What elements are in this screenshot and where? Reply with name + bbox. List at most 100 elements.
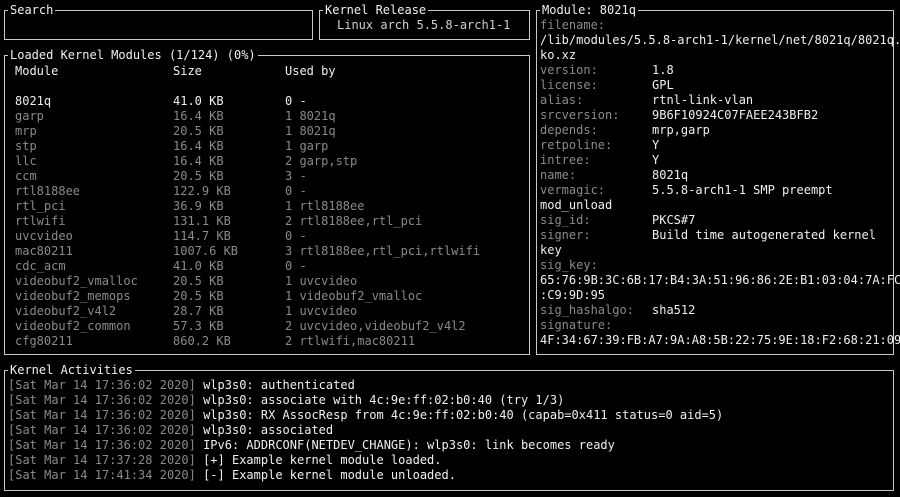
detail-line: version: 1.8	[540, 63, 892, 78]
module-detail-panel[interactable]: Module: 8021q filename:/lib/modules/5.5.…	[536, 3, 900, 355]
detail-line: license: GPL	[540, 78, 892, 93]
module-name-cell: rtl8188ee	[15, 184, 81, 198]
detail-value: rtnl-link-vlan	[652, 93, 754, 107]
column-header-used-by: Used by	[285, 64, 336, 78]
detail-text: key	[540, 243, 562, 257]
module-size-cell: 131.1 KB	[173, 214, 231, 228]
detail-line: intree: Y	[540, 153, 892, 168]
table-row[interactable]: garp 16.4 KB 1 8021q	[15, 109, 525, 124]
detail-line: sig_hashalgo: sha512	[540, 303, 892, 318]
module-size-cell: 20.5 KB	[173, 124, 224, 138]
module-size-cell: 57.3 KB	[173, 319, 224, 333]
log-timestamp: [Sat Mar 14 17:36:02 2020]	[8, 423, 196, 437]
module-used-by-cell: 1 garp	[285, 139, 329, 153]
module-used-by-cell: 2 rtl8188ee,rtl_pci	[285, 214, 423, 228]
detail-value: PKCS#7	[652, 213, 696, 227]
search-panel[interactable]: Search	[4, 3, 313, 40]
module-size-cell: 41.0 KB	[173, 94, 224, 108]
detail-value: mrp,garp	[652, 123, 710, 137]
module-used-by-cell: 0 -	[285, 259, 307, 273]
module-name-cell: 8021q	[15, 94, 52, 108]
log-message: wlp3s0: associate with 4c:9e:ff:02:b0:40…	[203, 393, 565, 407]
detail-text: ko.xz	[540, 48, 577, 62]
table-row[interactable]: cfg80211 860.2 KB 2 rtlwifi,mac80211	[15, 334, 525, 349]
table-row[interactable]: rtl8188ee 122.9 KB 0 -	[15, 184, 525, 199]
detail-value: Y	[652, 138, 660, 152]
module-used-by-cell: 1 uvcvideo	[285, 304, 358, 318]
table-row[interactable]: videobuf2_common 57.3 KB 2 uvcvideo,videob…	[15, 319, 525, 334]
module-name-cell: mrp	[15, 124, 37, 138]
log-entry: [Sat Mar 14 17:36:02 2020] wlp3s0: RX As…	[8, 408, 888, 423]
detail-line: depends: mrp,garp	[540, 123, 892, 138]
detail-line: ko.xz	[540, 48, 892, 63]
table-row[interactable]: 8021q 41.0 KB 0 -	[15, 94, 525, 109]
log-message: wlp3s0: authenticated	[203, 378, 355, 392]
module-size-cell: 114.7 KB	[173, 229, 231, 243]
detail-key: alias:	[540, 93, 584, 107]
detail-key: filename:	[540, 18, 606, 32]
table-row[interactable]: videobuf2_vmalloc 20.5 KB 1 uvcvideo	[15, 274, 525, 289]
module-name-cell: mac80211	[15, 244, 73, 258]
table-row[interactable]: uvcvideo 114.7 KB 0 -	[15, 229, 525, 244]
module-name-cell: videobuf2_vmalloc	[15, 274, 138, 288]
log-timestamp: [Sat Mar 14 17:37:28 2020]	[8, 453, 196, 467]
log-entry: [Sat Mar 14 17:36:02 2020] wlp3s0: authe…	[8, 378, 888, 393]
detail-value: 8021q	[652, 168, 689, 182]
table-row[interactable]: stp 16.4 KB 1 garp	[15, 139, 525, 154]
module-used-by-cell: 0 -	[285, 229, 307, 243]
log-entry: [Sat Mar 14 17:37:28 2020] [+] Example k…	[8, 453, 888, 468]
table-row[interactable]: videobuf2_v4l2 28.7 KB 1 uvcvideo	[15, 304, 525, 319]
modules-table-header: Module Size Used by	[15, 64, 525, 79]
kernel-activities-panel[interactable]: Kernel Activities [Sat Mar 14 17:36:02 2…	[4, 363, 894, 491]
detail-line: mod_unload	[540, 198, 892, 213]
log-timestamp: [Sat Mar 14 17:36:02 2020]	[8, 378, 196, 392]
detail-line: retpoline: Y	[540, 138, 892, 153]
module-name-cell: rtl_pci	[15, 199, 66, 213]
kernel-release-value: Linux arch 5.5.8-arch1-1	[337, 18, 511, 32]
module-name-cell: videobuf2_common	[15, 319, 131, 333]
log-entry: [Sat Mar 14 17:36:02 2020] wlp3s0: assoc…	[8, 393, 888, 408]
module-size-cell: 16.4 KB	[173, 109, 224, 123]
detail-key: signer:	[540, 228, 591, 242]
log-message: [+] Example kernel module loaded.	[203, 453, 442, 467]
loaded-modules-panel[interactable]: Loaded Kernel Modules (1/124) (0%) Modul…	[4, 48, 530, 355]
table-row[interactable]: videobuf2_memops 20.5 KB 1 videobuf2_vmall…	[15, 289, 525, 304]
table-row[interactable]: mrp 20.5 KB 1 8021q	[15, 124, 525, 139]
detail-key: version:	[540, 63, 598, 77]
module-used-by-cell: 1 8021q	[285, 124, 336, 138]
detail-line: :C9:9D:95	[540, 288, 892, 303]
column-header-size: Size	[173, 64, 202, 78]
detail-key: intree:	[540, 153, 591, 167]
module-used-by-cell: 1 videobuf2_vmalloc	[285, 289, 423, 303]
module-size-cell: 860.2 KB	[173, 334, 231, 348]
module-used-by-cell: 3 rtl8188ee,rtl_pci,rtlwifi	[285, 244, 481, 258]
module-used-by-cell: 0 -	[285, 94, 307, 108]
detail-line: alias: rtnl-link-vlan	[540, 93, 892, 108]
log-entry: [Sat Mar 14 17:36:02 2020] wlp3s0: assoc…	[8, 423, 888, 438]
detail-line: /lib/modules/5.5.8-arch1-1/kernel/net/80…	[540, 33, 900, 48]
module-detail-title: Module: 8021q	[540, 3, 638, 18]
detail-line: signer: Build time autogenerated kernel	[540, 228, 892, 243]
kernel-activities-title: Kernel Activities	[8, 363, 135, 378]
log-timestamp: [Sat Mar 14 17:41:34 2020]	[8, 468, 196, 482]
module-name-cell: cdc_acm	[15, 259, 66, 273]
log-timestamp: [Sat Mar 14 17:36:02 2020]	[8, 408, 196, 422]
modules-title: Loaded Kernel Modules (1/124) (0%)	[8, 48, 258, 63]
table-row[interactable]: rtlwifi 131.1 KB 2 rtl8188ee,rtl_pci	[15, 214, 525, 229]
detail-text: :C9:9D:95	[540, 288, 606, 302]
detail-key: vermagic:	[540, 183, 606, 197]
kernel-release-title: Kernel Release	[323, 3, 429, 18]
module-name-cell: uvcvideo	[15, 229, 73, 243]
table-row[interactable]: mac80211 1007.6 KB 3 rtl8188ee,rtl_pci,rtl…	[15, 244, 525, 259]
module-used-by-cell: 2 uvcvideo,videobuf2_v4l2	[285, 319, 466, 333]
module-name-cell: videobuf2_v4l2	[15, 304, 117, 318]
table-row[interactable]: ccm 20.5 KB 3 -	[15, 169, 525, 184]
table-row[interactable]: cdc_acm 41.0 KB 0 -	[15, 259, 525, 274]
detail-key: depends:	[540, 123, 598, 137]
detail-text: /lib/modules/5.5.8-arch1-1/kernel/net/80…	[540, 33, 900, 47]
detail-value: sha512	[652, 303, 696, 317]
detail-line: filename:	[540, 18, 892, 33]
detail-value: GPL	[652, 78, 674, 92]
table-row[interactable]: rtl_pci 36.9 KB 1 rtl8188ee	[15, 199, 525, 214]
table-row[interactable]: llc 16.4 KB 2 garp,stp	[15, 154, 525, 169]
